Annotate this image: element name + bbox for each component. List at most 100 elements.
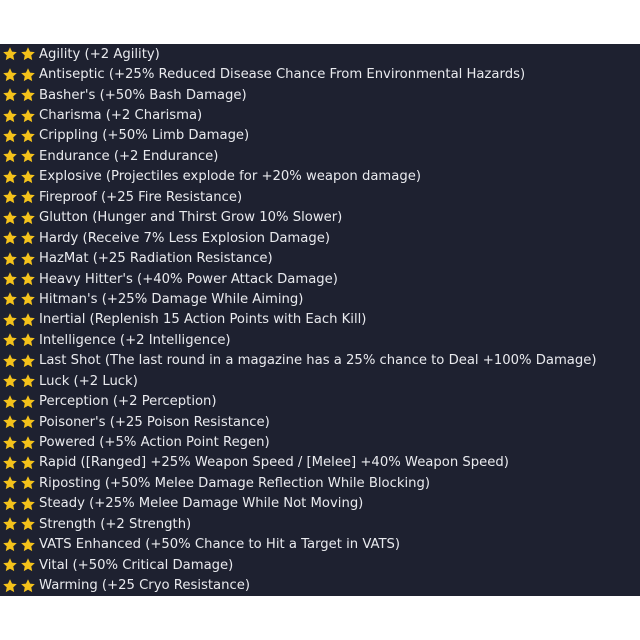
star-icon — [20, 455, 36, 471]
list-item: Endurance (+2 Endurance) — [0, 146, 640, 166]
star-icon — [2, 455, 18, 471]
perk-label: Inertial (Replenish 15 Action Points wit… — [39, 312, 367, 328]
perk-label: Last Shot (The last round in a magazine … — [39, 353, 597, 369]
perk-label: Basher's (+50% Bash Damage) — [39, 87, 247, 103]
star-icon — [2, 516, 18, 532]
perk-label: Fireproof (+25 Fire Resistance) — [39, 189, 243, 205]
star-icon — [20, 291, 36, 307]
star-icon — [2, 169, 18, 185]
star-icon — [2, 210, 18, 226]
star-icon — [2, 332, 18, 348]
perk-label: Luck (+2 Luck) — [39, 373, 138, 389]
star-icon — [2, 394, 18, 410]
star-icon — [20, 394, 36, 410]
star-icon — [20, 67, 36, 83]
list-item: Antiseptic (+25% Reduced Disease Chance … — [0, 64, 640, 84]
star-icon — [2, 251, 18, 267]
star-icon — [2, 128, 18, 144]
star-icon — [20, 373, 36, 389]
star-icon — [20, 87, 36, 103]
star-icon — [20, 271, 36, 287]
star-icon — [20, 230, 36, 246]
list-item: Agility (+2 Agility) — [0, 44, 640, 64]
star-icon — [2, 46, 18, 62]
perk-label: HazMat (+25 Radiation Resistance) — [39, 251, 273, 267]
list-item: Powered (+5% Action Point Regen) — [0, 432, 640, 452]
star-icon — [2, 435, 18, 451]
list-item: Charisma (+2 Charisma) — [0, 105, 640, 125]
star-icon — [20, 128, 36, 144]
perk-label: Warming (+25 Cryo Resistance) — [39, 578, 250, 594]
perk-label: Intelligence (+2 Intelligence) — [39, 332, 231, 348]
star-icon — [2, 557, 18, 573]
star-icon — [2, 148, 18, 164]
perk-panel: Agility (+2 Agility) Antiseptic (+25% Red… — [0, 44, 640, 596]
star-icon — [20, 210, 36, 226]
list-item: Rapid ([Ranged] +25% Weapon Speed / [Mel… — [0, 453, 640, 473]
star-icon — [2, 230, 18, 246]
star-icon — [20, 557, 36, 573]
star-icon — [20, 496, 36, 512]
star-icon — [20, 537, 36, 553]
list-item: Crippling (+50% Limb Damage) — [0, 126, 640, 146]
star-icon — [2, 67, 18, 83]
star-icon — [20, 475, 36, 491]
star-icon — [20, 108, 36, 124]
star-icon — [20, 435, 36, 451]
list-item: Vital (+50% Critical Damage) — [0, 555, 640, 575]
list-item: Perception (+2 Perception) — [0, 391, 640, 411]
perk-list: Agility (+2 Agility) Antiseptic (+25% Red… — [0, 44, 640, 596]
star-icon — [20, 578, 36, 594]
perk-label: Glutton (Hunger and Thirst Grow 10% Slow… — [39, 210, 343, 226]
list-item: Intelligence (+2 Intelligence) — [0, 330, 640, 350]
list-item: Strength (+2 Strength) — [0, 514, 640, 534]
perk-label: Crippling (+50% Limb Damage) — [39, 128, 250, 144]
perk-label: Perception (+2 Perception) — [39, 394, 217, 410]
perk-label: Steady (+25% Melee Damage While Not Movi… — [39, 496, 364, 512]
perk-label: Riposting (+50% Melee Damage Reflection … — [39, 475, 431, 491]
star-icon — [20, 332, 36, 348]
star-icon — [20, 251, 36, 267]
list-item: Basher's (+50% Bash Damage) — [0, 85, 640, 105]
list-item: Poisoner's (+25 Poison Resistance) — [0, 412, 640, 432]
star-icon — [20, 414, 36, 430]
star-icon — [2, 87, 18, 103]
star-icon — [20, 148, 36, 164]
star-icon — [2, 496, 18, 512]
star-icon — [2, 537, 18, 553]
list-item: Last Shot (The last round in a magazine … — [0, 351, 640, 371]
star-icon — [2, 189, 18, 205]
perk-label: VATS Enhanced (+50% Chance to Hit a Targ… — [39, 537, 401, 553]
star-icon — [2, 578, 18, 594]
star-icon — [20, 353, 36, 369]
perk-label: Hardy (Receive 7% Less Explosion Damage) — [39, 230, 330, 246]
perk-label: Powered (+5% Action Point Regen) — [39, 435, 270, 451]
perk-label: Heavy Hitter's (+40% Power Attack Damage… — [39, 271, 338, 287]
perk-label: Hitman's (+25% Damage While Aiming) — [39, 291, 304, 307]
list-item: Hardy (Receive 7% Less Explosion Damage) — [0, 228, 640, 248]
perk-label: Antiseptic (+25% Reduced Disease Chance … — [39, 67, 526, 83]
list-item: Steady (+25% Melee Damage While Not Movi… — [0, 494, 640, 514]
list-item: Hitman's (+25% Damage While Aiming) — [0, 289, 640, 309]
star-icon — [2, 373, 18, 389]
star-icon — [2, 475, 18, 491]
perk-label: Vital (+50% Critical Damage) — [39, 557, 234, 573]
list-item: Heavy Hitter's (+40% Power Attack Damage… — [0, 269, 640, 289]
list-item: Inertial (Replenish 15 Action Points wit… — [0, 310, 640, 330]
list-item: Riposting (+50% Melee Damage Reflection … — [0, 473, 640, 493]
star-icon — [2, 291, 18, 307]
star-icon — [20, 516, 36, 532]
star-icon — [2, 353, 18, 369]
perk-label: Charisma (+2 Charisma) — [39, 108, 203, 124]
list-item: Fireproof (+25 Fire Resistance) — [0, 187, 640, 207]
star-icon — [20, 169, 36, 185]
star-icon — [2, 414, 18, 430]
list-item: Glutton (Hunger and Thirst Grow 10% Slow… — [0, 208, 640, 228]
star-icon — [2, 271, 18, 287]
star-icon — [2, 312, 18, 328]
star-icon — [20, 46, 36, 62]
star-icon — [20, 189, 36, 205]
perk-label: Strength (+2 Strength) — [39, 516, 192, 532]
list-item: HazMat (+25 Radiation Resistance) — [0, 248, 640, 268]
list-item: Explosive (Projectiles explode for +20% … — [0, 167, 640, 187]
